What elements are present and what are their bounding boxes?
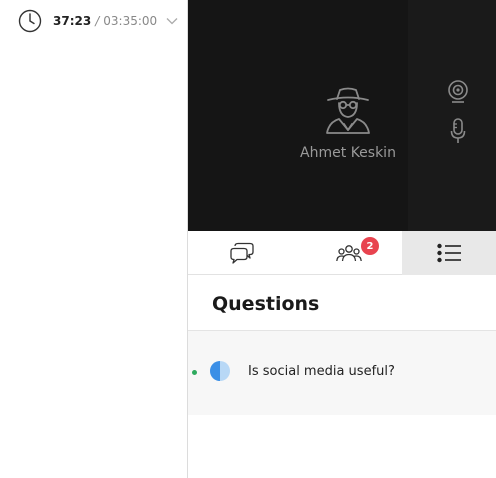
webcam-icon[interactable] bbox=[446, 79, 470, 103]
chat-bubbles-icon bbox=[229, 242, 254, 264]
video-controls-strip bbox=[408, 0, 496, 231]
clock-icon bbox=[18, 9, 42, 33]
questions-header: Questions bbox=[188, 275, 496, 331]
elapsed-time: 37:23 bbox=[53, 14, 92, 28]
questions-list: Is social media useful? bbox=[188, 331, 496, 415]
list-item[interactable]: Is social media useful? bbox=[188, 331, 496, 415]
participant-name: Ahmet Keskin bbox=[300, 145, 396, 161]
status-dot bbox=[192, 370, 197, 375]
list-icon bbox=[437, 243, 461, 263]
microphone-icon[interactable] bbox=[450, 118, 466, 144]
questions-title: Questions bbox=[212, 293, 320, 315]
time-separator: / bbox=[95, 14, 100, 28]
video-tile: Ahmet Keskin bbox=[188, 0, 496, 231]
participants-icon bbox=[335, 245, 362, 262]
incognito-avatar-icon bbox=[326, 87, 370, 134]
question-text: Is social media useful? bbox=[248, 364, 395, 379]
tab-chat[interactable] bbox=[188, 231, 295, 275]
half-circle-progress-icon bbox=[210, 361, 230, 381]
session-timer: 37:23 / 03:35:00 bbox=[18, 9, 179, 33]
tab-questions[interactable] bbox=[402, 231, 496, 275]
chevron-down-icon[interactable] bbox=[165, 14, 179, 28]
sidebar-tabs: 2 bbox=[188, 231, 496, 275]
total-time: 03:35:00 bbox=[103, 14, 158, 28]
tab-participants[interactable]: 2 bbox=[295, 231, 402, 275]
participants-count-badge: 2 bbox=[361, 237, 379, 255]
